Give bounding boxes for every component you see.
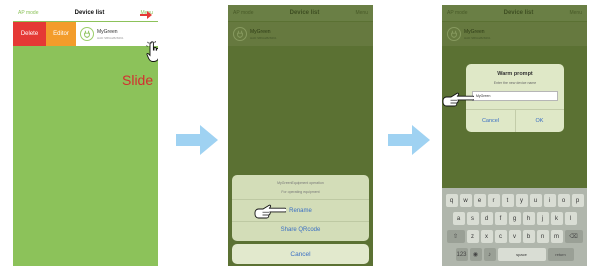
dialog-cancel-button[interactable]: Cancel bbox=[466, 109, 515, 132]
keyboard-row-1: q w e r t y u i o p bbox=[442, 194, 587, 207]
screen-rename-dialog: AP mode Device list Menu MyGreen HAD SB9… bbox=[442, 5, 587, 266]
device-info: MyGreen HAD SB9A2828491 bbox=[233, 22, 277, 46]
keyboard: q w e r t y u i o p a s d f g h j k l ⇧ … bbox=[442, 188, 587, 266]
keyboard-row-4: 123 ◉ ♪ space return bbox=[442, 248, 587, 261]
dialog-message: Enter the new device name bbox=[493, 81, 537, 85]
key[interactable]: a bbox=[452, 212, 465, 225]
globe-key-icon[interactable]: ◉ bbox=[469, 248, 482, 261]
device-name-input[interactable]: MyGreen bbox=[472, 91, 558, 101]
device-info: MyGreen HAD SB9A2828491 bbox=[447, 22, 491, 46]
screen-action-sheet: AP mode Device list Menu MyGreen HAD SB9… bbox=[228, 5, 373, 266]
rename-option[interactable]: Rename bbox=[232, 208, 369, 214]
cancel-button[interactable]: Cancel bbox=[232, 244, 369, 264]
key[interactable]: b bbox=[522, 230, 535, 243]
microphone-key-icon[interactable]: ♪ bbox=[483, 248, 496, 261]
pointing-hand-icon bbox=[254, 204, 286, 219]
key[interactable]: c bbox=[494, 230, 507, 243]
page-title: Device list bbox=[289, 10, 320, 16]
key[interactable]: k bbox=[550, 212, 563, 225]
key[interactable]: m bbox=[550, 230, 563, 243]
device-row[interactable]: MyGreen HAD SB9A2828491 bbox=[228, 22, 373, 46]
pointing-hand-icon bbox=[146, 41, 158, 62]
menu-button[interactable]: Menu bbox=[355, 10, 368, 16]
numbers-key-icon[interactable]: 123 bbox=[455, 248, 468, 261]
device-info: MyGreen HAD SB9A2828491 bbox=[80, 22, 124, 46]
device-name: MyGreen bbox=[250, 28, 271, 35]
pointing-hand-icon bbox=[442, 92, 474, 107]
key[interactable]: n bbox=[536, 230, 549, 243]
slide-label: Slide bbox=[122, 72, 154, 88]
right-arrow-icon bbox=[388, 125, 430, 155]
key[interactable]: e bbox=[473, 194, 486, 207]
page-title: Device list bbox=[74, 10, 105, 16]
key[interactable]: h bbox=[522, 212, 535, 225]
key[interactable]: f bbox=[494, 212, 507, 225]
keyboard-row-3: ⇧ z x c v b n m ⌫ bbox=[442, 230, 587, 243]
key[interactable]: v bbox=[508, 230, 521, 243]
device-id: HAD SB9A2828491 bbox=[464, 35, 491, 40]
key[interactable]: i bbox=[543, 194, 556, 207]
device-name: MyGreen bbox=[464, 28, 485, 35]
key[interactable]: t bbox=[501, 194, 514, 207]
device-name: MyGreen bbox=[97, 28, 118, 35]
key[interactable]: u bbox=[529, 194, 542, 207]
dialog-ok-button[interactable]: OK bbox=[515, 109, 564, 132]
dialog-title: Warm prompt bbox=[497, 71, 533, 77]
key[interactable]: y bbox=[515, 194, 528, 207]
key[interactable]: o bbox=[557, 194, 570, 207]
key[interactable]: d bbox=[480, 212, 493, 225]
nav-bar: AP mode Device list Menu bbox=[13, 5, 158, 21]
delete-button[interactable]: Delete bbox=[13, 22, 46, 46]
rename-dialog: Warm prompt Enter the new device name My… bbox=[466, 64, 564, 132]
key[interactable]: z bbox=[466, 230, 479, 243]
action-sheet: MyGreenEquipment operation For operating… bbox=[232, 175, 369, 241]
sheet-title: MyGreenEquipment operation bbox=[277, 181, 324, 185]
divider bbox=[232, 199, 369, 200]
space-key[interactable]: space bbox=[497, 248, 546, 261]
key[interactable]: q bbox=[445, 194, 458, 207]
key[interactable]: w bbox=[459, 194, 472, 207]
nav-bar: AP mode Device list Menu bbox=[442, 5, 587, 21]
editor-button[interactable]: Editor bbox=[46, 22, 76, 46]
shift-key-icon[interactable]: ⇧ bbox=[446, 230, 465, 243]
ap-mode-button[interactable]: AP mode bbox=[447, 10, 467, 16]
key[interactable]: j bbox=[536, 212, 549, 225]
sheet-subtitle: For operating equipment bbox=[281, 190, 320, 194]
screen-device-list-slide: AP mode Device list Menu Delete Editor M… bbox=[13, 5, 158, 266]
key[interactable]: p bbox=[571, 194, 584, 207]
ap-mode-button[interactable]: AP mode bbox=[233, 10, 253, 16]
ap-mode-button[interactable]: AP mode bbox=[18, 10, 38, 16]
power-plug-icon bbox=[80, 27, 94, 41]
page-title: Device list bbox=[503, 10, 534, 16]
nav-bar: AP mode Device list Menu bbox=[228, 5, 373, 21]
key[interactable]: x bbox=[480, 230, 493, 243]
key[interactable]: r bbox=[487, 194, 500, 207]
red-arrow-icon bbox=[140, 11, 152, 19]
device-id: HAD SB9A2828491 bbox=[97, 35, 124, 40]
device-id: HAD SB9A2828491 bbox=[250, 35, 277, 40]
share-qrcode-option[interactable]: Share QRcode bbox=[232, 227, 369, 233]
device-row[interactable]: MyGreen HAD SB9A2828491 bbox=[442, 22, 587, 46]
right-arrow-icon bbox=[176, 125, 218, 155]
key[interactable]: s bbox=[466, 212, 479, 225]
keyboard-row-2: a s d f g h j k l bbox=[442, 212, 587, 225]
power-plug-icon bbox=[447, 27, 461, 41]
menu-button[interactable]: Menu bbox=[569, 10, 582, 16]
key[interactable]: g bbox=[508, 212, 521, 225]
backspace-key-icon[interactable]: ⌫ bbox=[564, 230, 583, 243]
return-key[interactable]: return bbox=[547, 248, 574, 261]
power-plug-icon bbox=[233, 27, 247, 41]
device-row[interactable]: Delete Editor MyGreen HAD SB9A2828491 bbox=[13, 22, 158, 46]
key[interactable]: l bbox=[564, 212, 577, 225]
divider bbox=[232, 221, 369, 222]
